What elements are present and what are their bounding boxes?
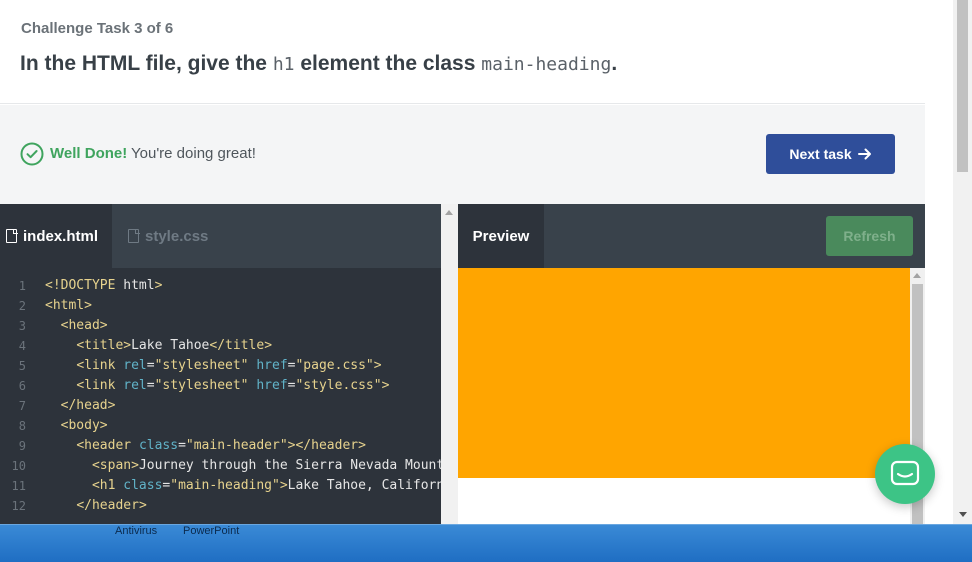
chat-launcher-button[interactable] — [875, 444, 935, 504]
code-line[interactable]: 10 <span>Journey through the Sierra Neva… — [0, 456, 441, 476]
scroll-up-arrow-icon[interactable] — [445, 210, 453, 215]
page-gutter — [925, 0, 953, 524]
next-task-label: Next task — [789, 146, 852, 162]
challenge-task-label: Challenge Task 3 of 6 — [21, 20, 174, 37]
line-number: 7 — [18, 399, 26, 413]
feedback-message: You're doing great! — [131, 145, 256, 162]
preview-main-header — [458, 268, 910, 478]
instruction-prefix: In the HTML file, give the — [20, 52, 273, 75]
code-text: <h1 class="main-heading">Lake Tahoe, Cal… — [91, 478, 441, 493]
code-line[interactable]: 11 <h1 class="main-heading">Lake Tahoe, … — [0, 476, 441, 496]
page-scroll-thumb[interactable] — [957, 0, 968, 172]
code-line[interactable]: 5 <link rel="stylesheet" href="page.css"… — [0, 356, 441, 376]
code-line[interactable]: 6 <link rel="stylesheet" href="style.css… — [0, 376, 441, 396]
line-number: 9 — [18, 439, 26, 453]
pane-divider[interactable] — [441, 204, 458, 524]
taskbar-item-powerpoint[interactable]: PowerPoint — [183, 525, 239, 537]
challenge-instructions: In the HTML file, give the h1 element th… — [20, 52, 617, 76]
code-line[interactable]: 1 <!DOCTYPE html> — [0, 276, 441, 296]
code-line[interactable]: 4 <title>Lake Tahoe</title> — [0, 336, 441, 356]
code-text: <title>Lake Tahoe</title> — [76, 338, 273, 353]
instruction-code-element: h1 — [272, 54, 295, 75]
line-number: 4 — [18, 339, 26, 353]
code-text: </head> — [60, 398, 116, 413]
chat-icon — [890, 460, 920, 486]
line-number: 11 — [11, 479, 26, 493]
editor-tab-bar: index.html style.css — [0, 204, 441, 268]
line-number: 1 — [18, 279, 26, 293]
scroll-down-arrow-icon[interactable] — [959, 512, 967, 517]
instruction-middle: element the class — [294, 52, 482, 75]
taskbar-item-antivirus[interactable]: Antivirus — [115, 525, 157, 537]
code-text: <body> — [60, 418, 108, 433]
arrow-right-icon — [857, 148, 871, 160]
tab-index-html[interactable]: index.html — [0, 204, 112, 268]
file-icon — [6, 228, 18, 243]
instruction-suffix: . — [611, 52, 618, 75]
code-text: <html> — [45, 298, 92, 313]
line-number: 6 — [18, 379, 26, 393]
code-line[interactable]: 9 <header class="main-header"></header> — [0, 436, 441, 456]
code-text: <header class="main-header"></header> — [76, 438, 366, 453]
challenge-page: Challenge Task 3 of 6 In the HTML file, … — [0, 0, 972, 562]
line-number: 12 — [11, 499, 26, 513]
page-scrollbar[interactable] — [953, 0, 972, 524]
feedback-status: Well Done! — [50, 145, 128, 162]
task-header: Challenge Task 3 of 6 In the HTML file, … — [0, 0, 925, 104]
code-text: </header> — [76, 498, 147, 513]
line-number: 2 — [18, 299, 26, 313]
code-line[interactable]: 7 </head> — [0, 396, 441, 416]
line-number: 8 — [18, 419, 26, 433]
line-number: 3 — [18, 319, 26, 333]
code-line[interactable]: 2 <html> — [0, 296, 441, 316]
code-area[interactable]: 1 <!DOCTYPE html> 2 <html> 3 <head> 4 <title>… — [0, 276, 441, 516]
code-line[interactable]: 12 </header> — [0, 496, 441, 516]
line-number: 10 — [11, 459, 26, 473]
tab-style-css[interactable]: style.css — [122, 204, 242, 268]
code-text: <head> — [60, 318, 108, 333]
code-text: <!DOCTYPE html> — [45, 278, 163, 293]
line-number: 5 — [18, 359, 26, 373]
check-circle-icon — [20, 142, 44, 166]
code-text: <span>Journey through the Sierra Nevada … — [91, 458, 441, 473]
code-line[interactable]: 3 <head> — [0, 316, 441, 336]
preview-toolbar: Preview Refresh — [458, 204, 925, 268]
os-taskbar: Antivirus PowerPoint — [0, 524, 972, 562]
scroll-up-arrow-icon[interactable] — [913, 273, 921, 278]
tab-preview[interactable]: Preview — [458, 204, 544, 268]
tab-label: index.html — [23, 227, 99, 245]
preview-frame — [458, 268, 925, 524]
code-text: <link rel="stylesheet" href="style.css"> — [76, 378, 390, 393]
file-icon — [128, 228, 140, 243]
code-line[interactable]: 8 <body> — [0, 416, 441, 436]
next-task-button[interactable]: Next task — [766, 134, 895, 174]
refresh-button[interactable]: Refresh — [826, 216, 913, 256]
tab-label: style.css — [145, 227, 209, 245]
code-editor: index.html style.css 1 <!DOCTYPE html> 2 <h… — [0, 204, 441, 524]
code-text: <link rel="stylesheet" href="page.css"> — [76, 358, 382, 373]
instruction-code-class: main-heading — [481, 54, 612, 75]
